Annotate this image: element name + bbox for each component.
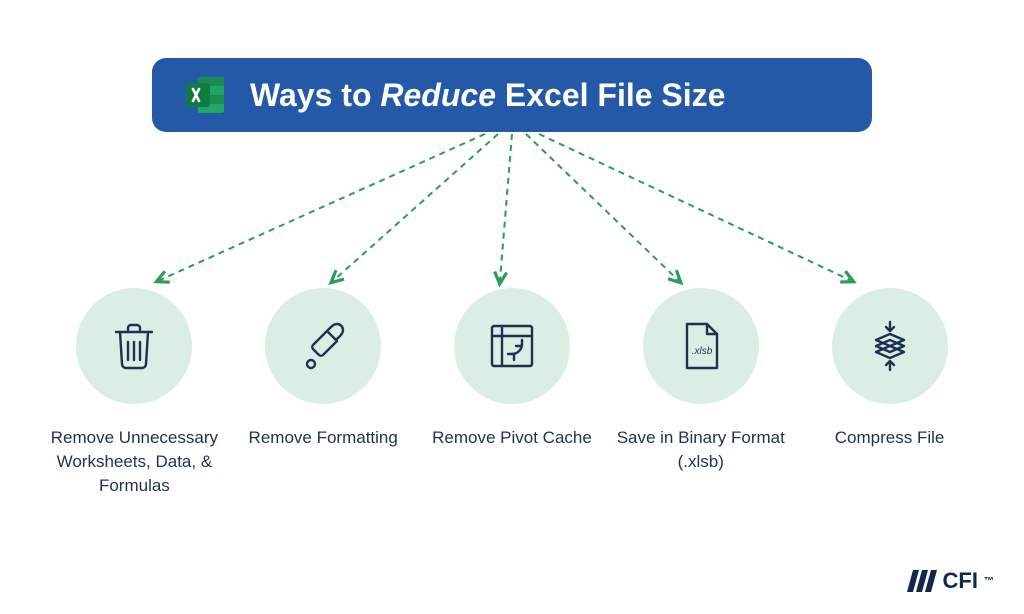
method-save-binary: .xlsb Save in Binary Format (.xlsb) — [612, 288, 790, 497]
method-compress-file: Compress File — [801, 288, 979, 497]
circle-bg — [454, 288, 570, 404]
cfi-logo: CFI ™ — [907, 568, 994, 594]
cfi-bars-icon — [907, 570, 937, 592]
method-label: Remove Unnecessary Worksheets, Data, & F… — [45, 426, 223, 497]
circle-bg — [76, 288, 192, 404]
method-label: Save in Binary Format (.xlsb) — [612, 426, 790, 474]
circle-bg: .xlsb — [643, 288, 759, 404]
page-title: Ways to Reduce Excel File Size — [250, 77, 725, 114]
arrow-group — [0, 132, 1024, 292]
title-prefix: Ways to — [250, 77, 380, 113]
cfi-tm: ™ — [984, 576, 994, 587]
compress-icon — [862, 318, 918, 374]
file-ext-text: .xlsb — [692, 346, 713, 357]
method-remove-worksheets: Remove Unnecessary Worksheets, Data, & F… — [45, 288, 223, 497]
method-remove-pivot-cache: Remove Pivot Cache — [423, 288, 601, 497]
methods-row: Remove Unnecessary Worksheets, Data, & F… — [0, 288, 1024, 497]
method-remove-formatting: Remove Formatting — [234, 288, 412, 497]
title-bar: Ways to Reduce Excel File Size — [152, 58, 872, 132]
circle-bg — [832, 288, 948, 404]
excel-icon — [184, 73, 228, 117]
pivot-icon — [484, 318, 540, 374]
title-emphasis: Reduce — [380, 77, 496, 113]
title-suffix: Excel File Size — [496, 77, 725, 113]
method-label: Remove Formatting — [249, 426, 398, 450]
trash-icon — [106, 318, 162, 374]
method-label: Compress File — [835, 426, 945, 450]
dropper-icon — [295, 318, 351, 374]
circle-bg — [265, 288, 381, 404]
file-icon: .xlsb — [673, 318, 729, 374]
method-label: Remove Pivot Cache — [432, 426, 592, 450]
cfi-text: CFI — [943, 568, 978, 594]
